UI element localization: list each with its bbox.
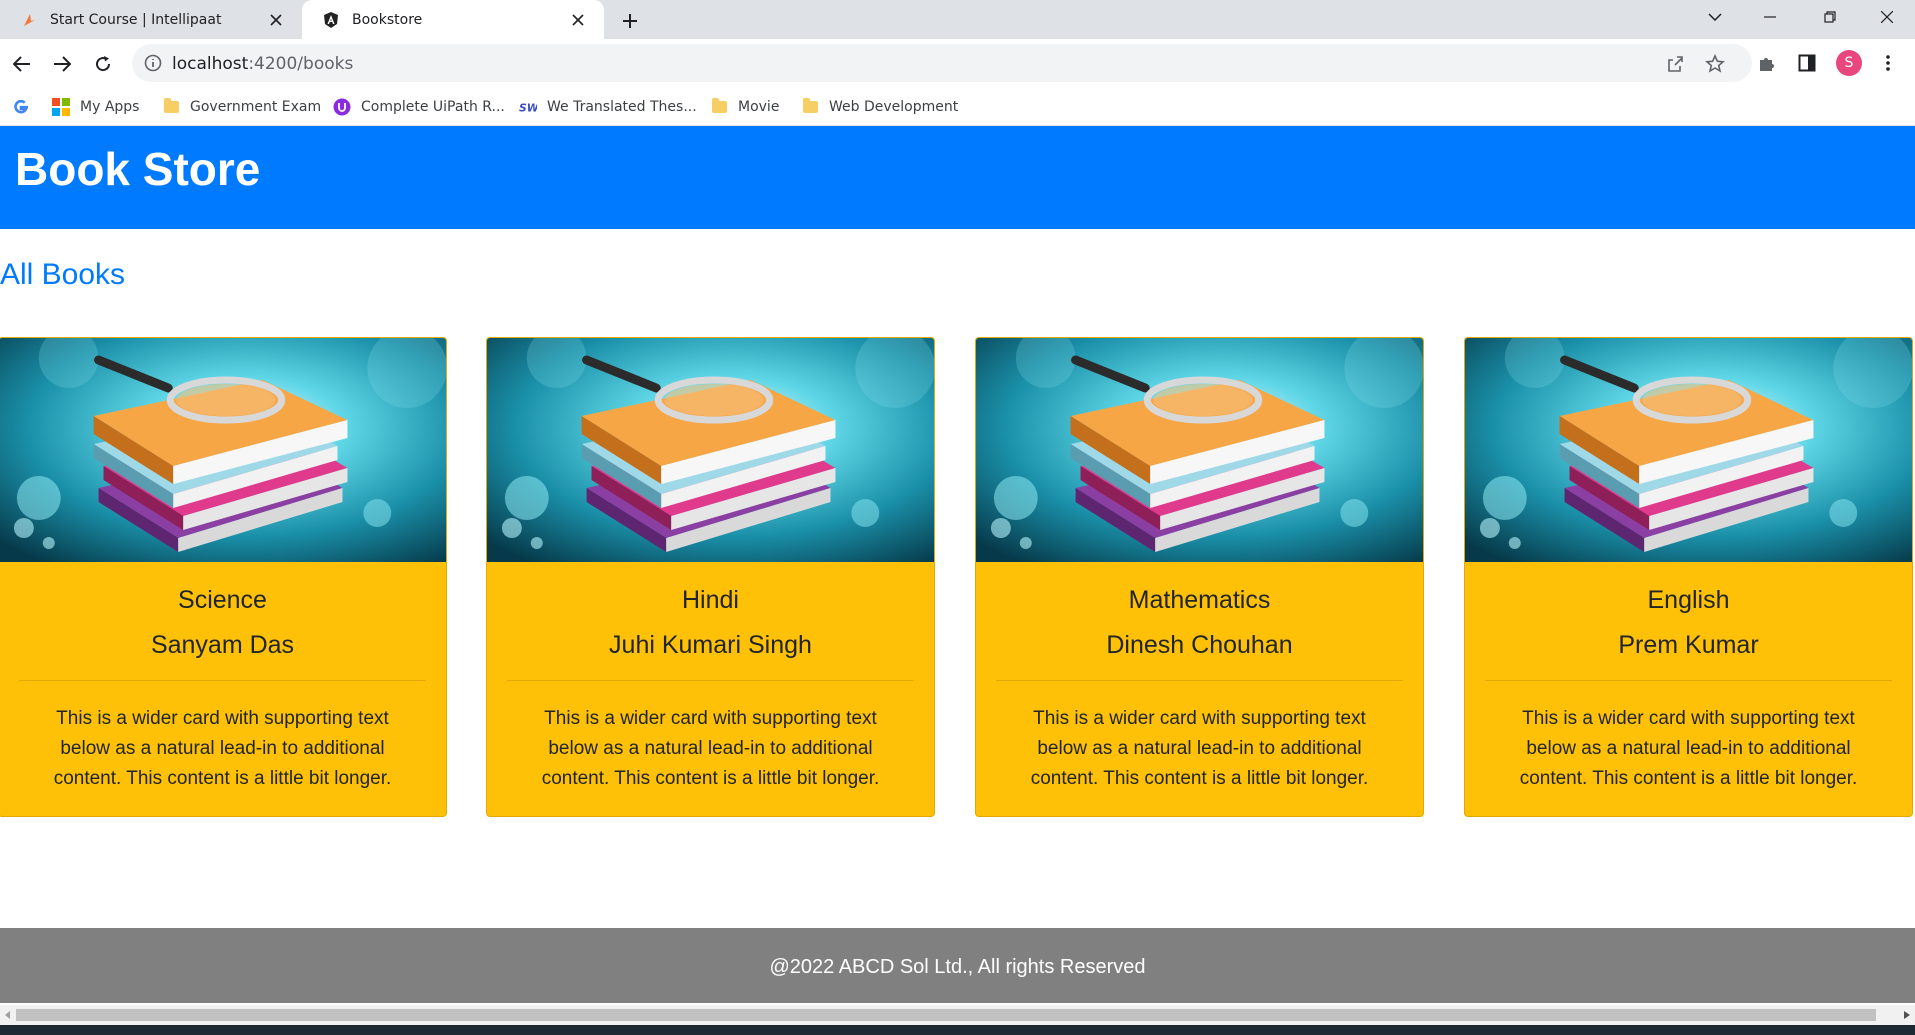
book-card[interactable]: Hindi Juhi Kumari Singh This is a wider … xyxy=(486,337,935,817)
extensions-puzzle-icon[interactable] xyxy=(1755,51,1779,75)
intellipaat-favicon xyxy=(20,11,38,29)
sw-icon: SW xyxy=(519,98,537,116)
url-text: localhost:4200/books xyxy=(172,54,354,74)
scroll-left-arrow-icon[interactable] xyxy=(0,1005,16,1025)
scroll-right-arrow-icon[interactable] xyxy=(1899,1005,1915,1025)
bookmark-my-apps[interactable]: My Apps xyxy=(52,96,139,118)
book-title: English xyxy=(1647,586,1730,614)
tab-title: Bookstore xyxy=(352,11,423,28)
uipath-icon xyxy=(333,98,351,116)
restore-icon[interactable] xyxy=(1807,0,1853,34)
site-navbar: Book Store xyxy=(0,126,1915,229)
share-icon[interactable] xyxy=(1664,53,1686,75)
book-title: Hindi xyxy=(682,586,739,614)
folder-icon xyxy=(801,98,819,116)
book-stack-image xyxy=(487,338,934,562)
profile-avatar[interactable]: S xyxy=(1836,50,1862,76)
book-stack-image xyxy=(1465,338,1912,562)
angular-favicon xyxy=(322,11,340,29)
card-divider xyxy=(19,680,426,681)
book-stack-image xyxy=(0,338,446,562)
card-divider xyxy=(1485,680,1892,681)
address-bar[interactable]: localhost:4200/books xyxy=(132,44,1752,82)
new-tab-plus-icon[interactable] xyxy=(616,7,644,35)
book-author: Sanyam Das xyxy=(150,631,295,659)
page-heading: All Books xyxy=(0,258,126,291)
card-divider xyxy=(996,680,1403,681)
bookmark-we-translated[interactable]: SW We Translated Thes... xyxy=(519,96,697,118)
tab-title: Start Course | Intellipaat xyxy=(50,11,222,28)
forward-arrow-icon[interactable] xyxy=(47,49,77,79)
book-description: This is a wider card with supporting tex… xyxy=(53,708,392,789)
bookmark-label: My Apps xyxy=(80,99,140,115)
os-taskbar xyxy=(0,1025,1915,1035)
close-tab-icon[interactable] xyxy=(264,8,288,32)
bookmark-government-exam[interactable]: Government Exam xyxy=(162,96,321,118)
card-divider xyxy=(507,680,914,681)
bookmark-label: We Translated Thes... xyxy=(547,99,697,115)
footer-copyright: @2022 ABCD Sol Ltd., All rights Reserved xyxy=(769,956,1146,978)
book-author: Juhi Kumari Singh xyxy=(609,631,812,659)
side-panel-icon[interactable] xyxy=(1795,51,1819,75)
book-description: This is a wider card with supporting tex… xyxy=(1519,708,1858,789)
back-arrow-icon[interactable] xyxy=(7,49,37,79)
apps-grid-icon xyxy=(52,98,70,116)
site-footer: @2022 ABCD Sol Ltd., All rights Reserved xyxy=(0,928,1915,1003)
reload-icon[interactable] xyxy=(88,49,118,79)
tab-intellipaat[interactable]: Start Course | Intellipaat xyxy=(0,0,302,39)
bookmark-label: Government Exam xyxy=(190,99,322,115)
book-title: Mathematics xyxy=(1128,586,1271,614)
close-window-icon[interactable] xyxy=(1864,0,1910,34)
site-info-icon[interactable] xyxy=(144,54,162,72)
book-stack-image xyxy=(976,338,1423,562)
tab-search-chevron-icon[interactable] xyxy=(1692,0,1738,34)
book-description: This is a wider card with supporting tex… xyxy=(541,708,880,789)
book-author: Prem Kumar xyxy=(1618,631,1759,659)
bookmark-movie[interactable]: Movie xyxy=(710,96,779,118)
book-card[interactable]: Mathematics Dinesh Chouhan This is a wid… xyxy=(975,337,1424,817)
book-description: This is a wider card with supporting tex… xyxy=(1030,708,1369,789)
brand-title[interactable]: Book Store xyxy=(15,142,260,196)
folder-icon xyxy=(162,98,180,116)
close-tab-icon[interactable] xyxy=(566,8,590,32)
book-title: Science xyxy=(178,586,267,614)
bookmark-label: Complete UiPath R... xyxy=(361,99,505,115)
horizontal-scrollbar[interactable] xyxy=(0,1005,1915,1025)
tab-bookstore[interactable]: Bookstore xyxy=(302,0,604,39)
bookmark-star-icon[interactable] xyxy=(1704,53,1726,75)
bookmark-uipath[interactable]: Complete UiPath R... xyxy=(333,96,505,118)
svg-text:SW: SW xyxy=(519,102,537,115)
tab-strip: Start Course | Intellipaat Bookstore xyxy=(0,0,1915,39)
bookmarks-bar: My Apps Government Exam Complete UiPath … xyxy=(0,88,1915,126)
scrollbar-thumb[interactable] xyxy=(16,1009,1876,1021)
folder-icon xyxy=(710,98,728,116)
book-card[interactable]: Science Sanyam Das This is a wider card … xyxy=(0,337,447,817)
google-icon[interactable] xyxy=(12,96,30,118)
bookmark-web-development[interactable]: Web Development xyxy=(801,96,958,118)
bookmark-label: Web Development xyxy=(829,99,959,115)
bookmark-label: Movie xyxy=(738,99,780,115)
browser-toolbar: localhost:4200/books S xyxy=(0,39,1915,88)
book-author: Dinesh Chouhan xyxy=(1106,631,1293,659)
menu-kebab-icon[interactable] xyxy=(1876,51,1900,75)
book-card[interactable]: English Prem Kumar This is a wider card … xyxy=(1464,337,1913,817)
minimize-icon[interactable] xyxy=(1747,0,1793,34)
